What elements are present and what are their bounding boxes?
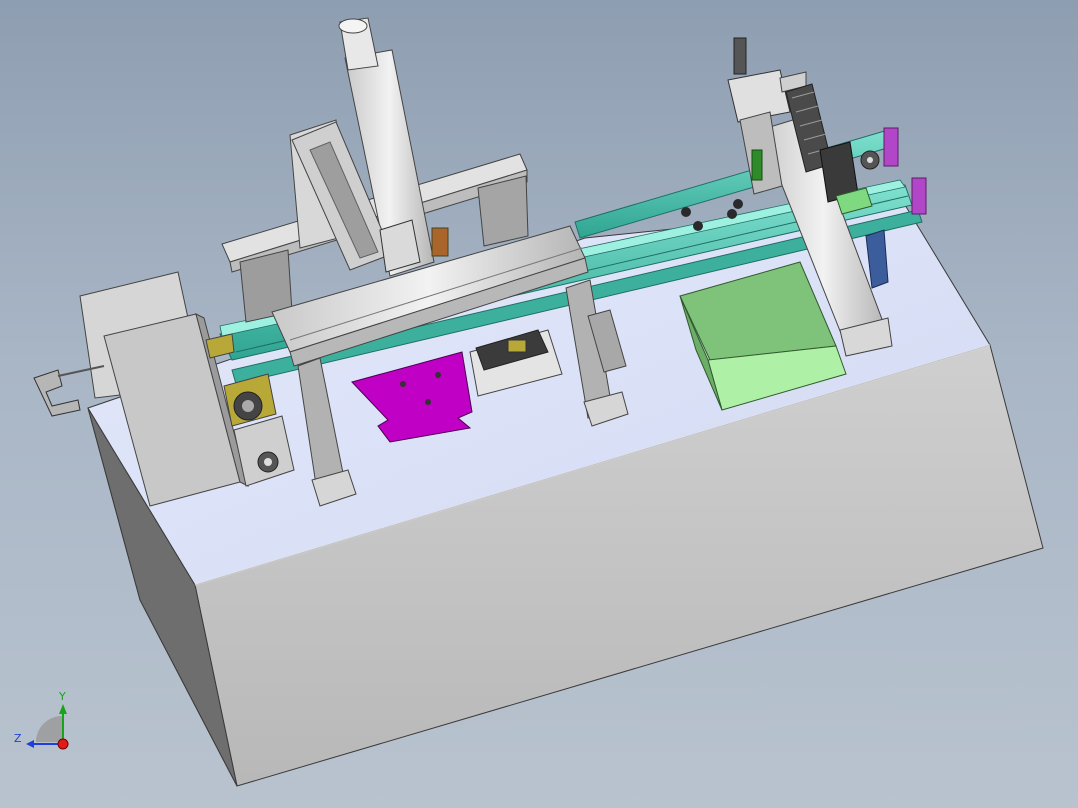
sheet-feeder[interactable]: [33, 271, 249, 507]
coordinate-triad[interactable]: Y Z: [14, 690, 69, 750]
feeder-handle[interactable]: [33, 369, 81, 417]
end-cap-right-top: [883, 127, 899, 167]
triad-y-label: Y: [58, 690, 66, 703]
end-cap-right-bottom: [911, 177, 927, 215]
coupling-brown: [431, 227, 449, 257]
z-axis-motor-cap: [338, 18, 368, 34]
triad-x-axis-point: [57, 738, 69, 750]
gantry-back-post-right: [477, 175, 529, 247]
triad-z-label: Z: [14, 732, 22, 745]
triad-arc: [36, 716, 62, 742]
cad-viewport[interactable]: Y Z: [0, 0, 1078, 808]
assembly-scene[interactable]: Y Z: [0, 0, 1078, 808]
